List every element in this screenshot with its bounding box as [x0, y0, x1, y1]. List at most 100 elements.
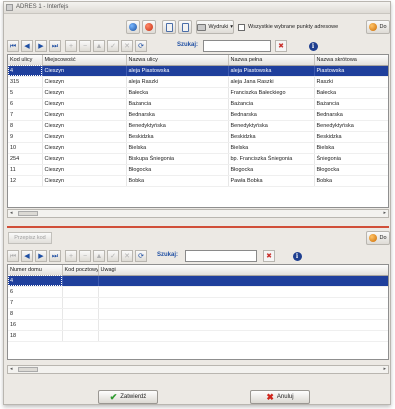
table-cell[interactable]: Błogocka	[228, 164, 315, 176]
table-row[interactable]: 16	[8, 319, 388, 331]
table-cell[interactable]: 4	[8, 65, 43, 77]
cancel-button[interactable]: ✖ Anuluj	[250, 390, 310, 404]
column-header[interactable]: Nazwa ulicy	[126, 55, 229, 66]
table-cell[interactable]: 5	[8, 87, 43, 99]
last-record-button[interactable]: ⏭	[49, 40, 61, 52]
table-cell[interactable]: Bielska	[314, 142, 388, 154]
table-cell[interactable]	[98, 308, 388, 320]
table-cell[interactable]	[62, 286, 99, 298]
table-row[interactable]: 5 Cieszyn Bałecka Franciszka Bałeckiego …	[8, 87, 388, 99]
table-cell[interactable]: Cieszyn	[42, 131, 127, 143]
table-row[interactable]: 7 Cieszyn Bednarska Bednarska Bednarska	[8, 109, 388, 121]
scroll-left-icon[interactable]: ◂	[10, 210, 13, 216]
do-button[interactable]: Do	[366, 20, 390, 34]
column-header[interactable]: Nazwa skrótowa	[314, 55, 388, 66]
edit-record-button[interactable]: ▲	[93, 250, 105, 262]
table-cell[interactable]: Bednarska	[228, 109, 315, 121]
refresh-button[interactable]: ⟳	[135, 40, 147, 52]
table-cell[interactable]: Pawła Bobka	[228, 175, 315, 187]
table-row[interactable]: 315 Cieszyn aleja Raszki aleja Jana Rasz…	[8, 76, 388, 88]
table-cell[interactable]: Beskidzka	[126, 131, 229, 143]
table-cell[interactable]: Cieszyn	[42, 120, 127, 132]
scroll-right-icon[interactable]: ▸	[383, 366, 386, 372]
table-cell[interactable]: 6	[8, 98, 43, 110]
edit-record-button[interactable]: ▲	[93, 40, 105, 52]
table-row[interactable]: 8	[8, 308, 388, 320]
table-row[interactable]: 18	[8, 330, 388, 342]
column-header[interactable]: Miejscowość	[42, 55, 127, 66]
table-cell[interactable]: Cieszyn	[42, 153, 127, 165]
table-cell[interactable]: Bielska	[126, 142, 229, 154]
table-cell[interactable]: Bednarska	[126, 109, 229, 121]
delete-record-button[interactable]: −	[79, 40, 91, 52]
table-cell[interactable]: Śniegonia	[314, 153, 388, 165]
scroll-left-icon[interactable]: ◂	[10, 366, 13, 372]
table-cell[interactable]	[98, 286, 388, 298]
prior-record-button[interactable]: ◀	[21, 250, 33, 262]
table-cell[interactable]: Bobka	[314, 175, 388, 187]
table-cell[interactable]: 16	[8, 319, 63, 331]
table-row[interactable]: 8 Cieszyn Benedyktyńska Benedyktyńska Be…	[8, 120, 388, 132]
table-cell[interactable]	[98, 319, 388, 331]
table-row[interactable]: 11 Cieszyn Błogocka Błogocka Błogocka	[8, 164, 388, 176]
table-cell[interactable]: Biskupa Śniegonia	[126, 153, 229, 165]
table-row[interactable]: 254 Cieszyn Biskupa Śniegonia bp. Franci…	[8, 153, 388, 165]
column-header[interactable]: Kod pocztowy	[62, 265, 99, 276]
all-points-checkbox[interactable]	[238, 24, 245, 31]
globe-orange-button[interactable]	[142, 20, 156, 34]
column-header[interactable]: Numer domu	[8, 265, 63, 276]
scroll-thumb[interactable]	[18, 211, 38, 216]
post-record-button[interactable]: ✓	[107, 40, 119, 52]
table-cell[interactable]	[62, 330, 99, 342]
add-record-button[interactable]: +	[65, 40, 77, 52]
table-row[interactable]: 4 Cieszyn aleja Piastowska aleja Piastow…	[8, 65, 388, 77]
table-cell[interactable]: 4	[8, 275, 63, 287]
do-button-lower[interactable]: Do	[366, 231, 390, 245]
table-cell[interactable]: Cieszyn	[42, 65, 127, 77]
table-cell[interactable]: Bielska	[228, 142, 315, 154]
table-cell[interactable]: 12	[8, 175, 43, 187]
next-record-button[interactable]: ▶	[35, 250, 47, 262]
table-cell[interactable]: 10	[8, 142, 43, 154]
table-cell[interactable]: 11	[8, 164, 43, 176]
confirm-button[interactable]: ✔ Zatwierdź	[98, 390, 158, 404]
column-header[interactable]: Kod ulicy	[8, 55, 43, 66]
copy-document-button[interactable]	[178, 20, 192, 34]
bottom-horizontal-scrollbar[interactable]: ◂ ▸	[7, 365, 389, 374]
next-record-button[interactable]: ▶	[35, 40, 47, 52]
table-cell[interactable]: aleja Piastowska	[228, 65, 315, 77]
table-cell[interactable]	[62, 308, 99, 320]
table-cell[interactable]: Cieszyn	[42, 109, 127, 121]
table-cell[interactable]: Franciszka Bałeckiego	[228, 87, 315, 99]
table-cell[interactable]: Bażancia	[314, 98, 388, 110]
table-cell[interactable]	[98, 275, 388, 287]
add-record-button[interactable]: +	[65, 250, 77, 262]
table-cell[interactable]: 7	[8, 109, 43, 121]
clear-search-button[interactable]: ✖	[263, 250, 275, 262]
scroll-thumb[interactable]	[18, 367, 38, 372]
table-cell[interactable]: 8	[8, 120, 43, 132]
table-cell[interactable]: 9	[8, 131, 43, 143]
table-cell[interactable]: aleja Raszki	[126, 76, 229, 88]
column-header[interactable]: Nazwa pełna	[228, 55, 315, 66]
table-cell[interactable]: Cieszyn	[42, 164, 127, 176]
first-record-button[interactable]: ⏮	[7, 250, 19, 262]
top-horizontal-scrollbar[interactable]: ◂ ▸	[7, 209, 389, 218]
table-cell[interactable]: 254	[8, 153, 43, 165]
table-cell[interactable]: Bałecka	[314, 87, 388, 99]
cancel-record-button[interactable]: ✕	[121, 250, 133, 262]
table-cell[interactable]	[98, 297, 388, 309]
table-cell[interactable]: Raszki	[314, 76, 388, 88]
table-cell[interactable]: Cieszyn	[42, 142, 127, 154]
table-row[interactable]: 9 Cieszyn Beskidzka Beskidzka Beskidzka	[8, 131, 388, 143]
table-cell[interactable]: Bednarska	[314, 109, 388, 121]
table-cell[interactable]: Cieszyn	[42, 87, 127, 99]
table-cell[interactable]: 315	[8, 76, 43, 88]
table-cell[interactable]: aleja Jana Raszki	[228, 76, 315, 88]
table-row[interactable]: 6	[8, 286, 388, 298]
first-record-button[interactable]: ⏮	[7, 40, 19, 52]
table-cell[interactable]: Benedyktyńska	[228, 120, 315, 132]
post-record-button[interactable]: ✓	[107, 250, 119, 262]
table-cell[interactable]: Bałecka	[126, 87, 229, 99]
table-cell[interactable]: Błogocka	[314, 164, 388, 176]
